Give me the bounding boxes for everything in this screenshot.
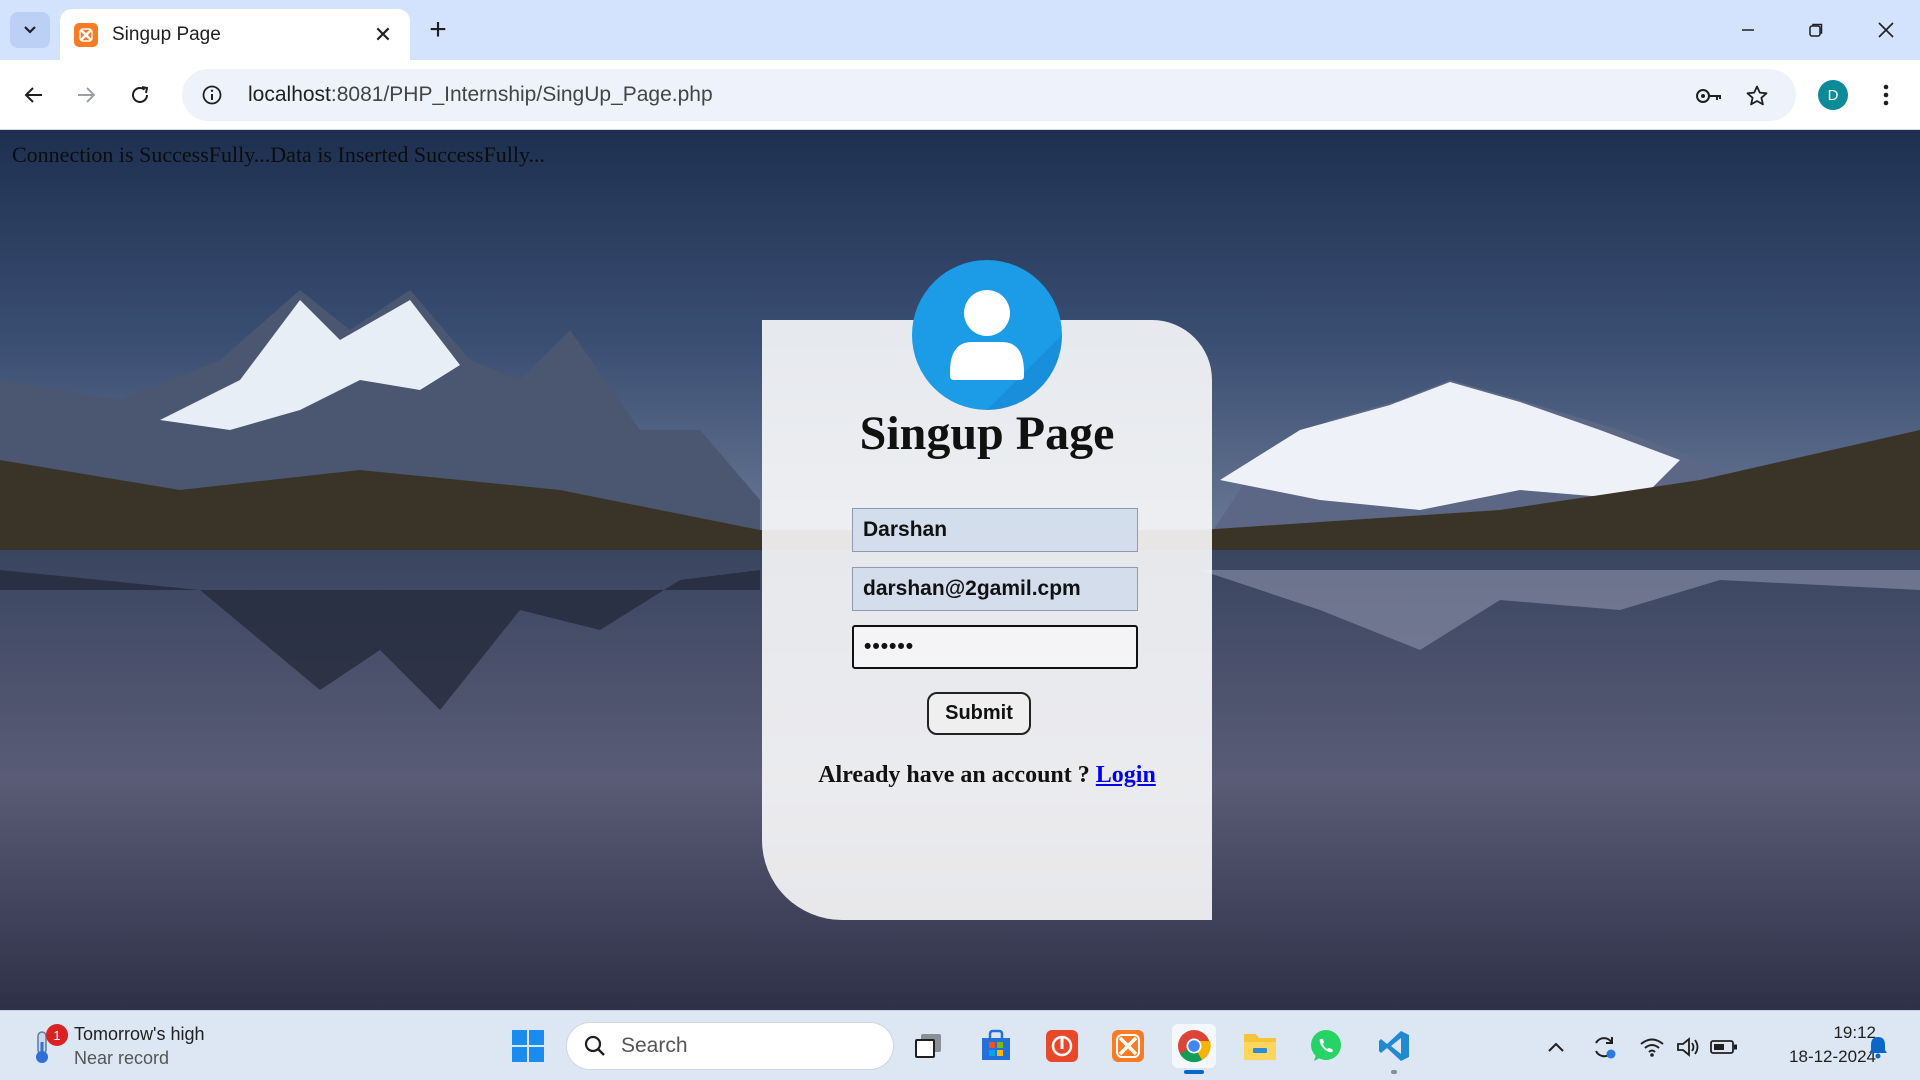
file-explorer-icon[interactable] bbox=[1238, 1024, 1282, 1068]
tab-search-button[interactable] bbox=[10, 12, 50, 48]
minimize-icon bbox=[1742, 29, 1754, 31]
chevron-up-icon[interactable] bbox=[1542, 1033, 1570, 1061]
forward-button[interactable] bbox=[66, 75, 106, 115]
submit-button[interactable]: Submit bbox=[927, 692, 1031, 735]
running-app-indicator bbox=[1391, 1070, 1397, 1074]
browser-menu-button[interactable] bbox=[1870, 75, 1902, 115]
password-key-icon[interactable] bbox=[1694, 81, 1724, 111]
windows-logo-icon bbox=[512, 1030, 544, 1062]
xampp-favicon-icon bbox=[74, 22, 98, 47]
xampp-app-icon[interactable] bbox=[1106, 1024, 1150, 1068]
active-app-indicator bbox=[1184, 1070, 1204, 1074]
office-app-icon[interactable] bbox=[1040, 1024, 1084, 1068]
close-window-button[interactable] bbox=[1856, 8, 1916, 52]
clock-time: 19:12 bbox=[1833, 1023, 1876, 1042]
page-viewport: Connection is SuccessFully...Data is Ins… bbox=[0, 130, 1920, 1010]
url-path: :8081/PHP_Internship/SingUp_Page.php bbox=[330, 83, 713, 106]
notification-bell-icon[interactable] bbox=[1864, 1033, 1892, 1061]
whatsapp-icon[interactable] bbox=[1304, 1024, 1348, 1068]
tab-title: Singup Page bbox=[112, 23, 221, 45]
back-button[interactable] bbox=[14, 75, 54, 115]
site-info-button[interactable] bbox=[186, 69, 238, 121]
email-field[interactable]: darshan@2gamil.cpm bbox=[852, 567, 1138, 611]
browser-tabstrip: Singup Page ✕ + bbox=[0, 0, 1920, 60]
info-icon bbox=[202, 85, 222, 105]
new-tab-button[interactable]: + bbox=[422, 13, 454, 46]
weather-badge: 1 bbox=[46, 1024, 68, 1046]
search-icon bbox=[584, 1035, 605, 1056]
weather-subtitle: Near record bbox=[74, 1048, 170, 1068]
reload-icon bbox=[132, 86, 149, 103]
profile-avatar[interactable]: D bbox=[1818, 80, 1848, 110]
login-link[interactable]: Login bbox=[1096, 762, 1156, 788]
close-icon bbox=[1878, 22, 1894, 38]
wifi-icon[interactable] bbox=[1638, 1033, 1666, 1061]
battery-icon[interactable] bbox=[1710, 1033, 1738, 1061]
arrow-right-icon bbox=[78, 87, 96, 103]
arrow-left-icon bbox=[24, 87, 42, 103]
browser-toolbar: localhost:8081/PHP_Internship/SingUp_Pag… bbox=[0, 60, 1920, 130]
login-prompt: Already have an account ? Login bbox=[762, 762, 1212, 789]
chevron-down-icon bbox=[24, 26, 36, 34]
start-button[interactable] bbox=[506, 1024, 550, 1068]
name-field[interactable]: Darshan bbox=[852, 508, 1138, 552]
user-avatar-icon bbox=[912, 260, 1062, 410]
url-host: localhost bbox=[248, 83, 331, 106]
restore-button[interactable] bbox=[1786, 8, 1846, 52]
windows-taskbar: 1 Tomorrow's high Near record Search 19:… bbox=[0, 1010, 1920, 1080]
minimize-button[interactable] bbox=[1718, 8, 1778, 52]
sync-icon[interactable] bbox=[1590, 1033, 1618, 1061]
vscode-icon[interactable] bbox=[1372, 1024, 1416, 1074]
address-url: localhost:8081/PHP_Internship/SingUp_Pag… bbox=[248, 83, 713, 107]
chrome-app-icon[interactable] bbox=[1172, 1024, 1216, 1074]
taskbar-clock[interactable]: 19:12 18-12-2024 bbox=[1752, 1021, 1876, 1069]
microsoft-store-icon[interactable] bbox=[974, 1024, 1018, 1068]
thermometer-icon: 1 bbox=[30, 1024, 68, 1066]
weather-widget[interactable]: 1 Tomorrow's high Near record bbox=[30, 1021, 204, 1071]
login-prompt-text: Already have an account ? bbox=[818, 762, 1096, 788]
volume-icon[interactable] bbox=[1674, 1033, 1702, 1061]
tab-close-icon[interactable]: ✕ bbox=[370, 22, 396, 48]
status-message: Connection is SuccessFully...Data is Ins… bbox=[12, 142, 546, 167]
bookmark-star-icon[interactable] bbox=[1742, 81, 1772, 111]
browser-tab-active[interactable]: Singup Page ✕ bbox=[60, 9, 410, 60]
clock-date: 18-12-2024 bbox=[1789, 1047, 1876, 1066]
reload-button[interactable] bbox=[120, 75, 160, 115]
address-bar[interactable]: localhost:8081/PHP_Internship/SingUp_Pag… bbox=[182, 69, 1796, 121]
restore-icon bbox=[1809, 23, 1823, 37]
password-field[interactable]: •••••• bbox=[852, 625, 1138, 669]
page-title: Singup Page bbox=[859, 407, 1115, 460]
weather-title: Tomorrow's high bbox=[74, 1024, 205, 1044]
more-vertical-icon bbox=[1883, 84, 1889, 106]
taskbar-search[interactable]: Search bbox=[566, 1022, 894, 1070]
task-view-icon[interactable] bbox=[906, 1024, 950, 1068]
taskbar-search-label: Search bbox=[621, 1034, 688, 1057]
